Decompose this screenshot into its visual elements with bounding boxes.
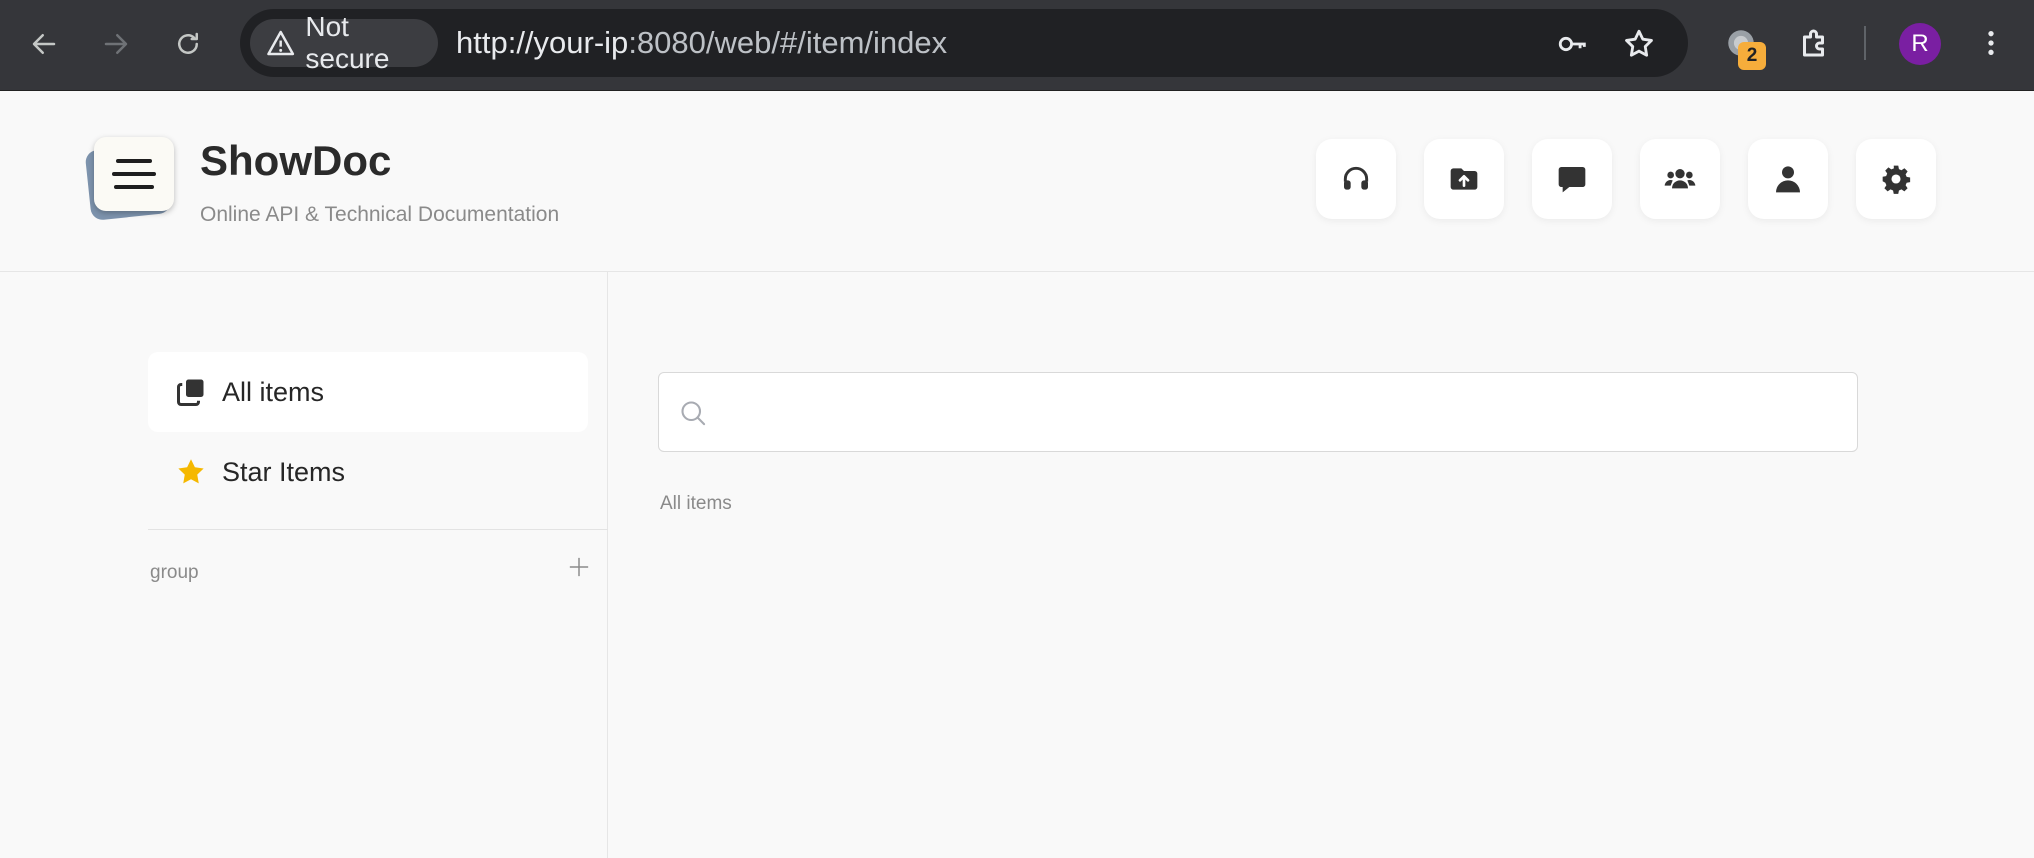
support-button[interactable]: [1316, 139, 1396, 219]
gear-icon: [1882, 165, 1911, 194]
warning-icon: [267, 30, 295, 56]
sidebar-item-label: All items: [222, 376, 325, 407]
settings-button[interactable]: [1856, 139, 1936, 219]
back-button[interactable]: [20, 20, 68, 68]
star-icon: [178, 459, 204, 484]
brand-title[interactable]: ShowDoc: [200, 137, 391, 185]
reload-icon: [178, 32, 198, 54]
user-center-button[interactable]: [1748, 139, 1828, 219]
copy-icon: [177, 379, 204, 406]
feedback-button[interactable]: [1532, 139, 1612, 219]
toolbar-separator: [1864, 26, 1866, 60]
app-header: ShowDoc Online API & Technical Documenta…: [0, 91, 2034, 272]
sidebar-item-all-items[interactable]: All items: [148, 352, 588, 432]
puzzle-icon: [1803, 29, 1824, 57]
kebab-menu-icon: [1988, 31, 1994, 55]
browser-toolbar: Not secure http://your-ip:8080/web/#/ite…: [0, 0, 2034, 91]
user-icon: [1776, 166, 1800, 193]
url-path: :8080/web/#/item/index: [628, 25, 948, 60]
arrow-left-icon: [32, 34, 56, 54]
comment-icon: [1558, 167, 1586, 193]
address-bar[interactable]: Not secure http://your-ip:8080/web/#/ite…: [240, 9, 1688, 77]
add-group-button[interactable]: [564, 552, 594, 582]
users-icon: [1664, 169, 1696, 189]
brand-subtitle: Online API & Technical Documentation: [200, 203, 560, 226]
search-icon: [681, 401, 706, 426]
password-key-icon[interactable]: [1556, 27, 1590, 61]
showdoc-logo[interactable]: [84, 137, 174, 221]
arrow-right-icon: [104, 34, 128, 54]
search-box[interactable]: [658, 372, 1858, 452]
extension-badge: 2: [1738, 42, 1766, 70]
profile-avatar[interactable]: R: [1899, 23, 1941, 65]
sidebar-item-star-items[interactable]: Star Items: [148, 432, 588, 512]
extensions-button[interactable]: [1794, 22, 1836, 64]
site-info-chip[interactable]: Not secure: [250, 11, 438, 74]
url-host: http://your-ip: [456, 25, 629, 60]
group-label: group: [150, 562, 199, 583]
sidebar: All items Star Items group: [0, 272, 608, 858]
sidebar-item-label: Star Items: [222, 456, 346, 487]
forward-button[interactable]: [92, 20, 140, 68]
url-text[interactable]: http://your-ip:8080/web/#/item/index: [456, 25, 947, 61]
security-label: Not secure: [305, 11, 390, 74]
headset-icon: [1343, 166, 1369, 190]
reload-button[interactable]: [164, 20, 212, 68]
plus-icon: [569, 557, 589, 577]
menu-button[interactable]: [1970, 22, 2012, 64]
folder-upload-icon: [1450, 168, 1478, 190]
team-button[interactable]: [1640, 139, 1720, 219]
sidebar-divider: [148, 529, 608, 530]
import-button[interactable]: [1424, 139, 1504, 219]
search-input[interactable]: [729, 383, 1829, 441]
bookmark-star-icon[interactable]: [1622, 27, 1656, 61]
section-label: All items: [660, 493, 732, 514]
